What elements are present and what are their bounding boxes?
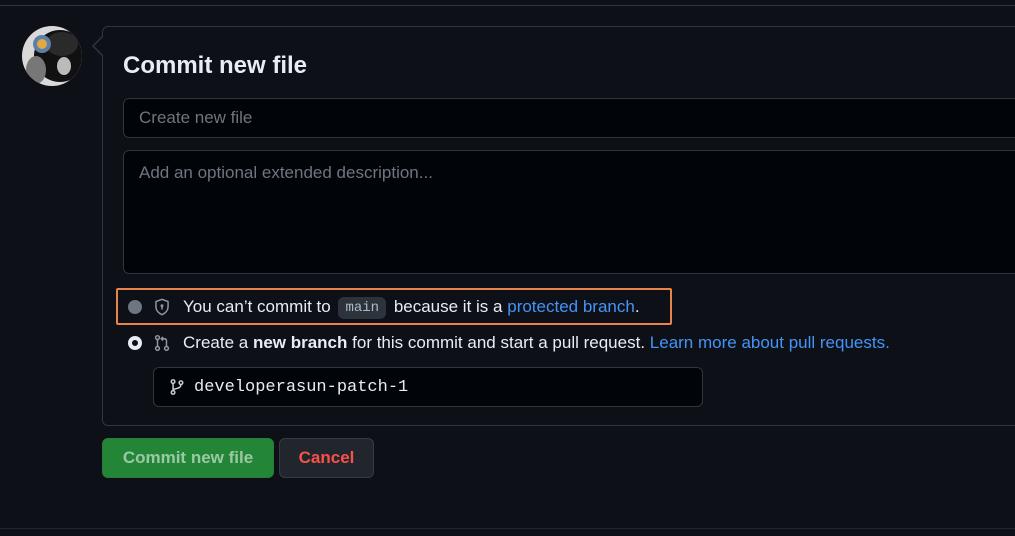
new-branch-text-before: Create a xyxy=(183,333,249,352)
branch-name-input[interactable] xyxy=(194,368,684,406)
branch-name-code: main xyxy=(338,297,387,319)
commit-summary-input[interactable] xyxy=(123,98,1015,138)
cancel-button[interactable]: Cancel xyxy=(279,438,374,478)
git-branch-icon xyxy=(168,378,186,396)
protected-branch-link[interactable]: protected branch xyxy=(507,297,635,316)
top-divider xyxy=(0,5,1015,6)
protected-text-middle: because it is a xyxy=(393,297,503,316)
commit-new-file-button[interactable]: Commit new file xyxy=(102,438,274,478)
radio-new-branch[interactable] xyxy=(128,336,142,350)
git-pull-request-icon xyxy=(153,334,171,352)
pull-requests-link[interactable]: Learn more about pull requests. xyxy=(650,333,890,352)
new-branch-message: Create a new branch for this commit and … xyxy=(183,333,890,353)
protected-text-after: . xyxy=(634,297,640,316)
commit-title: Commit new file xyxy=(123,52,308,79)
protected-branch-message: You can’t commit to main because it is a… xyxy=(183,297,640,319)
new-branch-bold: new branch xyxy=(252,333,348,352)
protected-text-before: You can’t commit to xyxy=(183,297,331,316)
shield-lock-icon xyxy=(153,298,171,316)
branch-name-field[interactable] xyxy=(153,367,703,407)
new-branch-text-middle: for this commit and start a pull request… xyxy=(352,333,646,352)
radio-commit-directly xyxy=(128,300,142,314)
avatar[interactable] xyxy=(22,26,82,86)
commit-description-input[interactable] xyxy=(123,150,1015,274)
panel-caret-inner xyxy=(94,37,103,55)
bottom-divider xyxy=(0,528,1015,529)
